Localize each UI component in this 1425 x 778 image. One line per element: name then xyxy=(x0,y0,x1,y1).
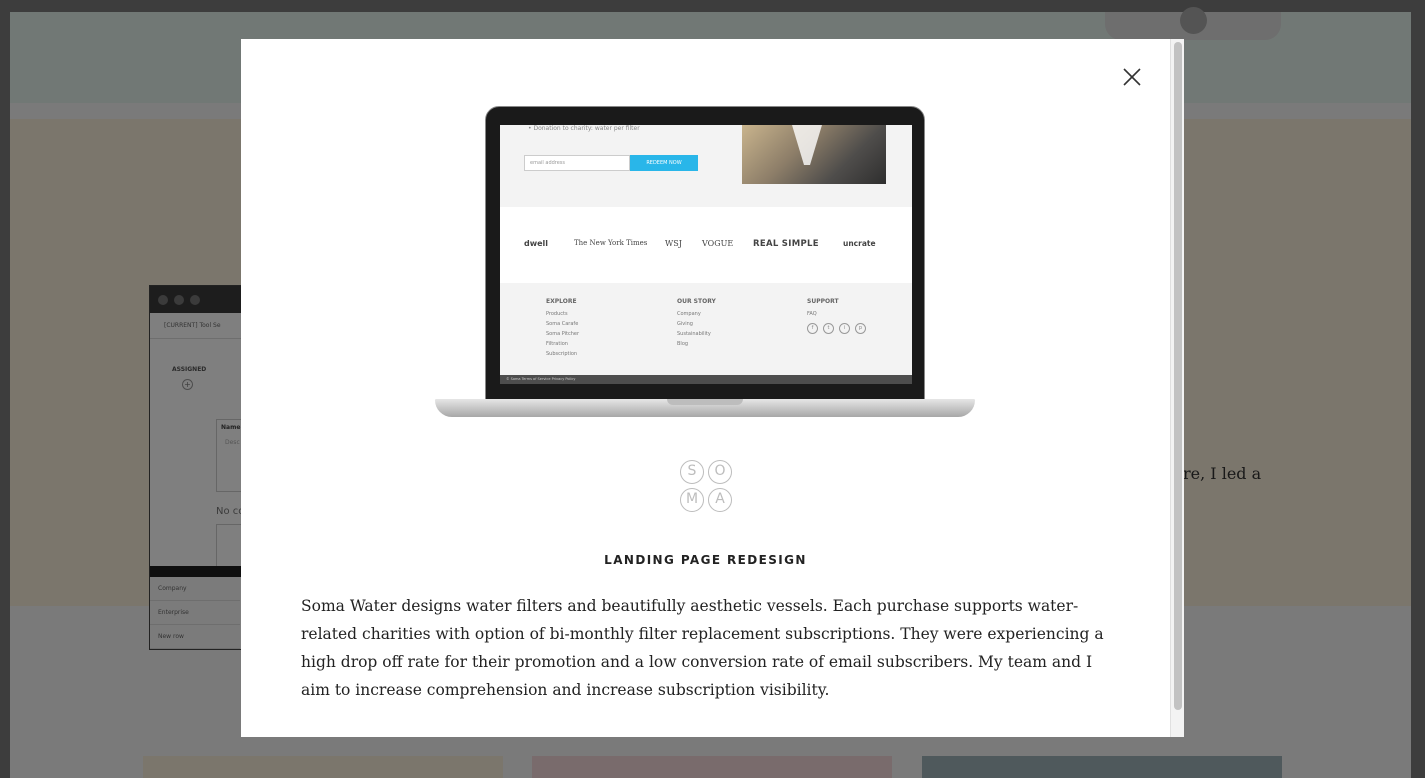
press-logo: WSJ xyxy=(665,239,682,248)
footer-link: Soma Pitcher xyxy=(546,331,580,337)
scrollbar-thumb[interactable] xyxy=(1174,42,1182,710)
press-logo: The New York Times xyxy=(574,239,648,247)
screen-redeem-button: REDEEM NOW xyxy=(630,155,698,171)
logo-letter: M xyxy=(680,488,704,512)
footer-link: Blog xyxy=(677,341,689,347)
footer-support-column: SUPPORT FAQ f t i p xyxy=(807,297,866,334)
footer-social-icons: f t i p xyxy=(807,323,866,334)
pinterest-icon: p xyxy=(855,323,866,334)
press-logo: REAL SIMPLE xyxy=(753,239,819,249)
press-logo: uncrate xyxy=(843,239,876,248)
footer-link: Soma Carafe xyxy=(546,321,579,327)
laptop-lid: • Donation to charity: water per filter … xyxy=(485,106,925,402)
soma-logo: S O M A xyxy=(680,460,734,514)
footer-story-column: OUR STORY Company Giving Sustainability … xyxy=(677,297,716,349)
screen-email-input: email address xyxy=(524,155,630,171)
screen-legal-bar: © Soma Terms of Service Privacy Policy xyxy=(500,375,912,384)
project-title: LANDING PAGE REDESIGN xyxy=(604,553,807,567)
project-description: Soma Water designs water filters and bea… xyxy=(301,597,1104,699)
modal-scrollbar[interactable] xyxy=(1170,39,1184,737)
facebook-icon: f xyxy=(807,323,818,334)
laptop-notch xyxy=(667,399,743,405)
laptop-screen: • Donation to charity: water per filter … xyxy=(500,125,912,384)
footer-link: FAQ xyxy=(807,311,817,317)
footer-story-heading: OUR STORY xyxy=(677,298,716,305)
logo-letter: S xyxy=(680,460,704,484)
screen-promo-section: • Donation to charity: water per filter … xyxy=(500,125,912,207)
laptop-mockup: • Donation to charity: water per filter … xyxy=(435,106,975,420)
screen-press-logos: dwell The New York Times WSJ VOGUE REAL … xyxy=(500,207,912,283)
footer-link: Filtration xyxy=(546,341,568,347)
screen-bullet-text: • Donation to charity: water per filter xyxy=(528,125,640,132)
footer-explore-heading: EXPLORE xyxy=(546,298,577,305)
footer-link: Company xyxy=(677,311,701,317)
footer-link: Giving xyxy=(677,321,693,327)
footer-explore-column: EXPLORE Products Soma Carafe Soma Pitche… xyxy=(546,297,579,359)
carafe-image xyxy=(792,125,822,165)
laptop-base xyxy=(435,399,975,417)
screen-footer: EXPLORE Products Soma Carafe Soma Pitche… xyxy=(500,283,912,375)
instagram-icon: i xyxy=(839,323,850,334)
footer-link: Products xyxy=(546,311,568,317)
close-icon xyxy=(1123,68,1141,86)
footer-link: Sustainability xyxy=(677,331,711,337)
press-logo: dwell xyxy=(524,239,549,248)
footer-support-heading: SUPPORT xyxy=(807,298,839,305)
app-viewport: [CURRENT] Tool Se ASSIGNED + Name Desc N… xyxy=(0,0,1425,778)
project-modal: • Donation to charity: water per filter … xyxy=(241,39,1184,737)
footer-link: Subscription xyxy=(546,351,578,357)
logo-letter: A xyxy=(708,488,732,512)
press-logo: VOGUE xyxy=(702,239,734,248)
close-button[interactable] xyxy=(1121,66,1143,88)
logo-letter: O xyxy=(708,460,732,484)
twitter-icon: t xyxy=(823,323,834,334)
screen-product-photo xyxy=(742,125,886,184)
